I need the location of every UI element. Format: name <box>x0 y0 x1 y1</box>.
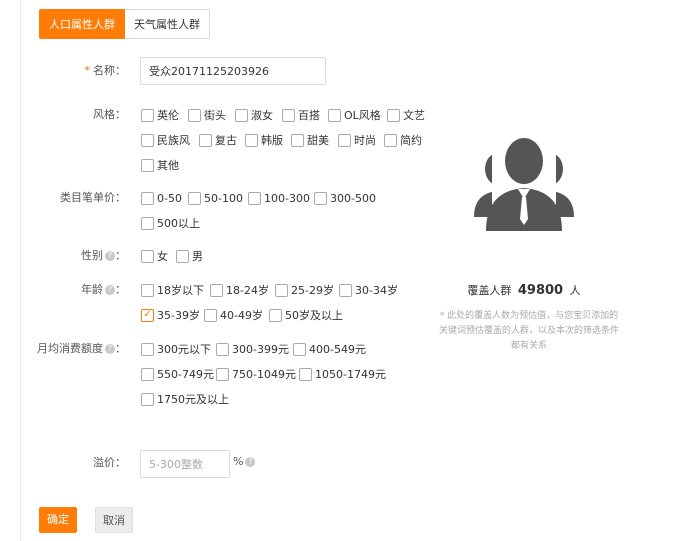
price-option-300-500[interactable]: 300-500 <box>314 190 376 206</box>
style-option-tianmei[interactable]: 甜美 <box>291 132 329 148</box>
checkbox-icon[interactable] <box>216 367 229 381</box>
coverage-note: * 此处的覆盖人数为预估值，与您宝贝添加的 关键词预估覆盖的人群，以及本次的筛选… <box>422 309 636 354</box>
checkbox-icon[interactable] <box>338 133 351 147</box>
style-option-jietou[interactable]: 街头 <box>188 107 226 123</box>
style-option-baida[interactable]: 百搭 <box>282 107 320 123</box>
coverage-note-line: * 此处的覆盖人数为预估值，与您宝贝添加的 <box>439 311 619 321</box>
spend-label: 月均消费额度?： <box>37 342 126 355</box>
price-option-500-plus[interactable]: 500以上 <box>141 215 200 231</box>
name-input[interactable] <box>140 57 326 85</box>
checkbox-icon[interactable] <box>282 108 295 122</box>
age-label: 年龄?： <box>81 283 126 296</box>
style-option-shunv[interactable]: 淑女 <box>235 107 273 123</box>
spend-option-750-1049[interactable]: 750-1049元 <box>216 366 296 382</box>
checkbox-icon[interactable] <box>141 342 154 356</box>
checkbox-icon[interactable] <box>141 216 154 230</box>
required-mark: * <box>84 64 91 77</box>
style-option-ol[interactable]: OL风格 <box>328 107 381 123</box>
coverage-prefix: 覆盖人群 <box>467 284 512 297</box>
help-icon[interactable]: ? <box>105 344 115 354</box>
style-option-yinglun[interactable]: 英伦 <box>141 107 179 123</box>
left-divider <box>20 0 21 541</box>
confirm-button[interactable]: 确定 <box>39 507 77 533</box>
checkbox-icon[interactable] <box>293 342 306 356</box>
checkbox-icon[interactable] <box>339 283 352 297</box>
help-icon[interactable]: ? <box>105 285 115 295</box>
age-option-18-24[interactable]: 18-24岁 <box>210 282 269 298</box>
coverage-count: 49800 <box>517 283 564 298</box>
age-option-under-18[interactable]: 18岁以下 <box>141 282 204 298</box>
crowd-avatar-icon <box>474 135 574 231</box>
gender-option-female[interactable]: 女 <box>141 248 168 264</box>
age-option-25-29[interactable]: 25-29岁 <box>275 282 334 298</box>
price-option-0-50[interactable]: 0-50 <box>141 190 182 206</box>
help-icon[interactable]: ? <box>245 457 256 467</box>
checkbox-icon[interactable] <box>299 367 312 381</box>
age-option-30-34[interactable]: 30-34岁 <box>339 282 398 298</box>
spend-option-under-300[interactable]: 300元以下 <box>141 341 211 357</box>
price-label: 类目笔单价： <box>60 191 126 204</box>
spend-option-300-399[interactable]: 300-399元 <box>216 341 289 357</box>
style-option-fugu[interactable]: 复古 <box>199 132 237 148</box>
checkbox-icon[interactable] <box>141 133 154 147</box>
checkbox-icon[interactable] <box>141 283 154 297</box>
name-label: * 名称： <box>84 64 127 77</box>
checkbox-icon[interactable] <box>384 133 397 147</box>
checkbox-icon[interactable] <box>291 133 304 147</box>
checkbox-icon[interactable] <box>141 367 154 381</box>
tab-bar: 人口属性人群 天气属性人群 <box>39 9 210 39</box>
checkbox-icon[interactable] <box>141 249 154 263</box>
age-option-35-39[interactable]: ✓ 35-39岁 <box>141 307 200 323</box>
gender-option-male[interactable]: 男 <box>176 248 203 264</box>
coverage-note-line: 关键词预估覆盖的人群，以及本次的筛选条件 <box>438 326 619 336</box>
checkbox-icon[interactable] <box>275 283 288 297</box>
spend-option-400-549[interactable]: 400-549元 <box>293 341 366 357</box>
coverage-unit: 人 <box>569 284 581 297</box>
checkbox-checked-icon[interactable]: ✓ <box>141 308 154 322</box>
checkbox-icon[interactable] <box>141 158 154 172</box>
premium-unit: %? <box>233 455 256 468</box>
checkbox-icon[interactable] <box>188 108 201 122</box>
cancel-button[interactable]: 取消 <box>95 507 133 533</box>
spend-option-1050-1749[interactable]: 1050-1749元 <box>299 366 386 382</box>
checkbox-icon[interactable] <box>176 249 189 263</box>
tab-weather[interactable]: 天气属性人群 <box>125 9 210 39</box>
checkbox-icon[interactable] <box>387 108 400 122</box>
checkbox-icon[interactable] <box>141 191 154 205</box>
style-option-minzu[interactable]: 民族风 <box>141 132 190 148</box>
premium-input[interactable] <box>140 450 230 478</box>
checkbox-icon[interactable] <box>248 191 261 205</box>
checkbox-icon[interactable] <box>204 308 217 322</box>
style-option-shishang[interactable]: 时尚 <box>338 132 376 148</box>
checkbox-icon[interactable] <box>314 191 327 205</box>
coverage-summary: 覆盖人群 49800 人 <box>420 282 628 298</box>
style-option-qita[interactable]: 其他 <box>141 157 179 173</box>
checkbox-icon[interactable] <box>235 108 248 122</box>
checkbox-icon[interactable] <box>210 283 223 297</box>
style-option-hanban[interactable]: 韩版 <box>245 132 283 148</box>
price-option-50-100[interactable]: 50-100 <box>188 190 243 206</box>
tab-demographic[interactable]: 人口属性人群 <box>39 9 125 39</box>
checkbox-icon[interactable] <box>216 342 229 356</box>
checkbox-icon[interactable] <box>245 133 258 147</box>
checkbox-icon[interactable] <box>141 392 154 406</box>
checkbox-icon[interactable] <box>188 191 201 205</box>
checkbox-icon[interactable] <box>328 108 341 122</box>
premium-label: 溢价： <box>93 456 126 469</box>
age-option-50-plus[interactable]: 50岁及以上 <box>269 307 343 323</box>
style-option-jianyue[interactable]: 简约 <box>384 132 422 148</box>
gender-label: 性别?： <box>81 249 126 262</box>
help-icon[interactable]: ? <box>105 251 115 261</box>
checkbox-icon[interactable] <box>199 133 212 147</box>
age-option-40-49[interactable]: 40-49岁 <box>204 307 263 323</box>
style-option-wenyi[interactable]: 文艺 <box>387 107 425 123</box>
checkbox-icon[interactable] <box>141 108 154 122</box>
coverage-note-line: 都有关系 <box>510 341 547 351</box>
checkbox-icon[interactable] <box>269 308 282 322</box>
price-option-100-300[interactable]: 100-300 <box>248 190 310 206</box>
spend-option-550-749[interactable]: 550-749元 <box>141 366 214 382</box>
style-label: 风格： <box>93 108 126 121</box>
spend-option-1750-plus[interactable]: 1750元及以上 <box>141 391 229 407</box>
